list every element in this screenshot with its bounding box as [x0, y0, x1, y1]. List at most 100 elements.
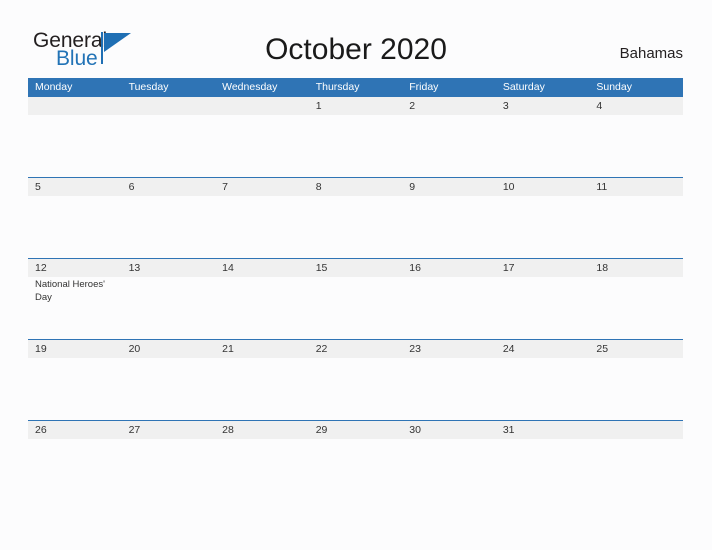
day-event — [596, 358, 683, 360]
day-event — [316, 115, 403, 117]
day-event — [503, 196, 590, 198]
day-event — [409, 115, 496, 117]
day-number: 11 — [596, 181, 608, 193]
day-cell[interactable]: 31 — [496, 421, 590, 500]
day-cell[interactable]: 2 — [402, 97, 496, 176]
country-label: Bahamas — [619, 45, 683, 62]
day-event — [316, 196, 403, 198]
page-header: General Blue October 2020 Bahamas — [0, 0, 712, 76]
day-cell[interactable]: 27 — [122, 421, 216, 500]
day-event — [409, 358, 496, 360]
day-event — [596, 115, 683, 117]
day-number: 22 — [315, 343, 328, 355]
day-event — [503, 115, 590, 117]
week-row: 26 27 28 29 30 31 — [28, 420, 683, 501]
day-cell[interactable]: 28 — [215, 421, 309, 500]
day-number: 24 — [502, 343, 515, 355]
day-cell[interactable]: 26 — [28, 421, 122, 500]
day-number: 29 — [315, 424, 328, 436]
day-cell[interactable]: 20 — [122, 340, 216, 419]
day-number: 7 — [222, 181, 228, 193]
week-row: 1 2 3 4 — [28, 96, 683, 177]
day-cell[interactable] — [28, 97, 122, 176]
day-cell[interactable]: 14 — [215, 259, 309, 338]
day-number: 21 — [222, 343, 234, 355]
day-event — [503, 277, 590, 279]
day-cell[interactable]: 11 — [589, 178, 683, 257]
weekday-header-sunday: Sunday — [596, 81, 632, 93]
day-cell[interactable]: 17 — [496, 259, 590, 338]
day-number: 23 — [409, 343, 421, 355]
day-cell[interactable]: 19 — [28, 340, 122, 419]
day-event: National Heroes' Day — [35, 279, 105, 303]
day-number: 8 — [315, 181, 322, 193]
day-event — [222, 196, 309, 198]
day-event — [503, 439, 590, 441]
weekday-header-friday: Friday — [409, 81, 439, 93]
day-number: 4 — [596, 100, 603, 112]
day-event — [316, 358, 403, 360]
day-number — [222, 97, 309, 115]
day-event — [35, 358, 122, 360]
week-row: 19 20 21 22 23 24 25 — [28, 339, 683, 420]
day-number: 20 — [128, 343, 141, 355]
day-number: 10 — [502, 181, 515, 193]
day-number: 9 — [409, 181, 416, 193]
day-event — [129, 439, 216, 441]
day-number: 28 — [222, 424, 234, 436]
day-event — [222, 439, 309, 441]
weekday-header-wednesday: Wednesday — [222, 81, 278, 93]
calendar-grid: Monday Tuesday Wednesday Thursday Friday… — [28, 78, 683, 501]
day-number: 14 — [222, 262, 234, 274]
day-cell[interactable]: 15 — [309, 259, 403, 338]
day-cell[interactable]: 16 — [402, 259, 496, 338]
day-cell[interactable]: 1 — [309, 97, 403, 176]
day-cell[interactable]: 10 — [496, 178, 590, 257]
day-number: 25 — [596, 343, 609, 355]
day-cell[interactable] — [122, 97, 216, 176]
day-cell[interactable]: 21 — [215, 340, 309, 419]
day-number: 2 — [409, 100, 416, 112]
day-number: 19 — [35, 343, 47, 355]
day-cell[interactable]: 8 — [309, 178, 403, 257]
day-event — [503, 358, 590, 360]
day-cell[interactable]: 9 — [402, 178, 496, 257]
day-number: 17 — [502, 262, 515, 274]
day-number: 30 — [409, 424, 421, 436]
day-number: 1 — [315, 100, 322, 112]
day-event — [409, 196, 496, 198]
weekday-header-tuesday: Tuesday — [128, 81, 169, 93]
day-number — [596, 421, 683, 439]
day-cell[interactable]: 13 — [122, 259, 216, 338]
day-number: 3 — [502, 100, 509, 112]
day-event — [129, 277, 216, 279]
day-number: 26 — [35, 424, 47, 436]
day-cell[interactable] — [215, 97, 309, 176]
day-cell[interactable]: 18 — [589, 259, 683, 338]
day-cell[interactable]: 6 — [122, 178, 216, 257]
day-event — [316, 277, 403, 279]
day-cell[interactable]: 22 — [309, 340, 403, 419]
day-number: 18 — [596, 262, 609, 274]
day-event — [596, 277, 683, 279]
day-cell[interactable]: 12 National Heroes' Day — [28, 259, 122, 338]
day-number — [129, 97, 216, 115]
day-cell[interactable]: 5 — [28, 178, 122, 257]
day-cell[interactable] — [589, 421, 683, 500]
day-number: 5 — [35, 181, 41, 193]
day-cell[interactable]: 4 — [589, 97, 683, 176]
day-cell[interactable]: 24 — [496, 340, 590, 419]
day-event — [129, 115, 216, 117]
day-event — [596, 439, 683, 441]
day-cell[interactable]: 30 — [402, 421, 496, 500]
day-event — [596, 196, 683, 198]
week-row: 12 National Heroes' Day 13 14 15 16 17 1… — [28, 258, 683, 339]
day-cell[interactable]: 7 — [215, 178, 309, 257]
day-cell[interactable]: 25 — [589, 340, 683, 419]
day-cell[interactable]: 29 — [309, 421, 403, 500]
day-cell[interactable]: 3 — [496, 97, 590, 176]
day-cell[interactable]: 23 — [402, 340, 496, 419]
day-event — [222, 358, 309, 360]
weekday-header-row: Monday Tuesday Wednesday Thursday Friday… — [28, 78, 683, 96]
day-number: 13 — [128, 262, 141, 274]
